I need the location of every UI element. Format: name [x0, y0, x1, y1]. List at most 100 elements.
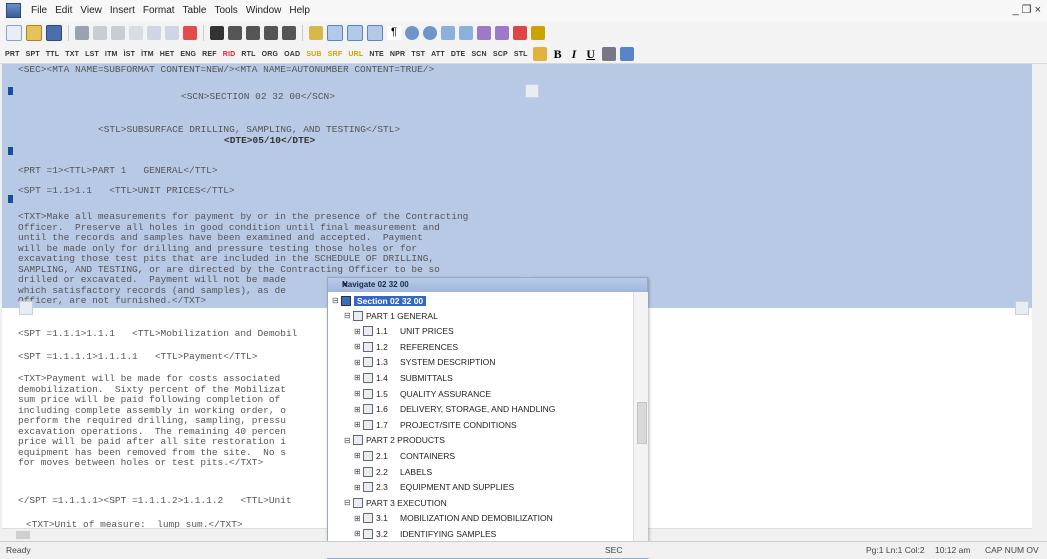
- menu-tools[interactable]: Tools: [210, 5, 241, 16]
- tag-button-sub[interactable]: SUB: [306, 51, 321, 58]
- format-i-button[interactable]: I: [572, 47, 577, 62]
- tree-item[interactable]: ⊞ 2.2 LABELS: [354, 464, 432, 479]
- tree-item[interactable]: ⊞ 1.6 DELIVERY, STORAGE, AND HANDLING: [354, 402, 555, 417]
- new-icon[interactable]: [6, 25, 22, 41]
- editor-line[interactable]: <DTE>05/10</DTE>: [224, 135, 315, 146]
- find-icon[interactable]: [210, 26, 224, 40]
- tag-button-txt[interactable]: TXT: [65, 51, 79, 58]
- tag-button-itm[interactable]: ITM: [105, 51, 118, 58]
- tree-item[interactable]: ⊞ 3.1 MOBILIZATION AND DEMOBILIZATION: [354, 511, 553, 526]
- tag-button-rtl[interactable]: RTL: [241, 51, 255, 58]
- find-prev-icon[interactable]: [264, 26, 278, 40]
- editor-paragraph[interactable]: <TXT>Payment will be made for costs asso…: [18, 373, 286, 469]
- align-icon[interactable]: [602, 47, 617, 61]
- expand-icon[interactable]: ⊞: [354, 358, 361, 367]
- editor-line[interactable]: </SPT =1.1.1.1><SPT =1.1.1.2>1.1.1.2 <TT…: [18, 495, 292, 506]
- expand-icon[interactable]: ⊞: [354, 405, 361, 414]
- scroll-thumb[interactable]: [637, 402, 647, 444]
- tag-button-tst[interactable]: TST: [411, 51, 425, 58]
- scroll-right-tab[interactable]: [1015, 301, 1029, 315]
- menu-format[interactable]: Format: [139, 5, 179, 16]
- close-icon[interactable]: ×: [342, 280, 641, 291]
- tag-button-att[interactable]: ATT: [431, 51, 445, 58]
- tree-item[interactable]: ⊞ 1.3 SYSTEM DESCRIPTION: [354, 355, 495, 370]
- editor-line[interactable]: <SPT =1.1>1.1 <TTL>UNIT PRICES</TTL>: [18, 185, 235, 196]
- tag-button-npr[interactable]: NPR: [390, 51, 405, 58]
- editor-line[interactable]: <SEC><MTA NAME=SUBFORMAT CONTENT=NEW/><M…: [18, 64, 434, 75]
- collapse-icon[interactable]: ⊟: [332, 296, 339, 305]
- menu-window[interactable]: Window: [242, 5, 286, 16]
- tree-item[interactable]: ⊟ PART 1 GENERAL: [344, 308, 438, 323]
- window-controls[interactable]: _ ❐ ×: [1012, 3, 1041, 16]
- tag-button-stl[interactable]: STL: [514, 51, 528, 58]
- tag-button-ref[interactable]: REF: [202, 51, 217, 58]
- tag-button-eng[interactable]: ENG: [180, 51, 196, 58]
- sort-icon[interactable]: [441, 26, 455, 40]
- tree-item[interactable]: ⊞ 1.5 QUALITY ASSURANCE: [354, 386, 491, 401]
- scroll-left-tab[interactable]: [19, 301, 33, 315]
- save-icon[interactable]: [46, 25, 62, 41]
- menu-help[interactable]: Help: [285, 5, 314, 16]
- expand-icon[interactable]: ⊞: [354, 467, 361, 476]
- copy-icon[interactable]: [147, 26, 161, 40]
- tag-button-ìtm[interactable]: ÌTM: [141, 51, 154, 58]
- paste-icon[interactable]: [165, 26, 179, 40]
- tree-item[interactable]: ⊟ PART 2 PRODUCTS: [344, 433, 445, 448]
- tag-button-ttl[interactable]: TTL: [46, 51, 59, 58]
- tag-mode-icon[interactable]: [309, 26, 323, 40]
- tag-button-lst[interactable]: LST: [85, 51, 99, 58]
- prev-icon[interactable]: [513, 26, 527, 40]
- list-icon[interactable]: [459, 26, 473, 40]
- menu-insert[interactable]: Insert: [106, 5, 139, 16]
- zoom-out-icon[interactable]: [423, 26, 437, 40]
- tag-button-ìst[interactable]: ÌST: [124, 51, 136, 58]
- delete-icon[interactable]: [183, 26, 197, 40]
- editor-line[interactable]: <SPT =1.1.1>1.1.1 <TTL>Mobilization and …: [18, 328, 297, 339]
- menu-file[interactable]: File: [27, 5, 51, 16]
- editor-vertical-scrollbar[interactable]: [1032, 64, 1047, 528]
- highlight-pen-icon[interactable]: [532, 47, 547, 61]
- table-icon[interactable]: [620, 47, 635, 61]
- tag-button-scn[interactable]: SCN: [471, 51, 486, 58]
- paragraph-icon[interactable]: ¶: [387, 26, 401, 40]
- redo-icon[interactable]: [111, 26, 125, 40]
- menu-table[interactable]: Table: [179, 5, 211, 16]
- undo-icon[interactable]: [93, 26, 107, 40]
- editor-line[interactable]: <STL>SUBSURFACE DRILLING, SAMPLING, AND …: [98, 124, 400, 135]
- find-next-icon[interactable]: [228, 26, 242, 40]
- scroll-thumb[interactable]: [16, 531, 30, 539]
- expand-icon[interactable]: ⊞: [354, 420, 361, 429]
- editor-line[interactable]: <SCN>SECTION 02 32 00</SCN>: [181, 91, 335, 102]
- scroll-up-tab[interactable]: [525, 84, 539, 98]
- tag-button-srf[interactable]: SRF: [328, 51, 343, 58]
- editor-line[interactable]: <SPT =1.1.1.1>1.1.1.1 <TTL>Payment</TTL>: [18, 351, 257, 362]
- zoom-in-icon[interactable]: [405, 26, 419, 40]
- tree-item[interactable]: ⊞ 1.4 SUBMITTALS: [354, 370, 453, 385]
- tree-item[interactable]: ⊟ PART 3 EXECUTION: [344, 495, 447, 510]
- print-icon[interactable]: [75, 26, 89, 40]
- open-folder-icon[interactable]: [26, 25, 42, 41]
- tree-root-label[interactable]: Section 02 32 00: [354, 295, 427, 306]
- tree-item[interactable]: ⊞ 1.2 REFERENCES: [354, 339, 458, 354]
- tree-item[interactable]: ⊞ 3.2 IDENTIFYING SAMPLES: [354, 526, 496, 541]
- collapse-icon[interactable]: ⊟: [344, 436, 351, 445]
- tree-item[interactable]: ⊞ 2.3 EQUIPMENT AND SUPPLIES: [354, 480, 514, 495]
- editor-line[interactable]: <TXT>Unit of measure: lump sum.</TXT>: [26, 519, 243, 528]
- tree-item[interactable]: ⊞ 2.1 CONTAINERS: [354, 448, 455, 463]
- menu-edit[interactable]: Edit: [51, 5, 76, 16]
- tree-item[interactable]: ⊞ 1.1 UNIT PRICES: [354, 324, 454, 339]
- tag-button-het[interactable]: HET: [160, 51, 175, 58]
- expand-icon[interactable]: ⊞: [354, 451, 361, 460]
- view-text-icon[interactable]: [347, 25, 363, 41]
- navigator-titlebar[interactable]: Navigate 02 32 00 ×: [328, 278, 647, 292]
- tag-button-dte[interactable]: DTE: [451, 51, 466, 58]
- tag-button-oad[interactable]: OAD: [284, 51, 300, 58]
- expand-icon[interactable]: ⊞: [354, 514, 361, 523]
- format-u-button[interactable]: U: [586, 47, 595, 62]
- view-tags-icon[interactable]: [327, 25, 343, 41]
- cut-icon[interactable]: [129, 26, 143, 40]
- expand-icon[interactable]: ⊞: [354, 529, 361, 538]
- tag-button-rid[interactable]: RID: [223, 51, 236, 58]
- mark-icon[interactable]: [282, 26, 296, 40]
- collapse-icon[interactable]: ⊟: [344, 311, 351, 320]
